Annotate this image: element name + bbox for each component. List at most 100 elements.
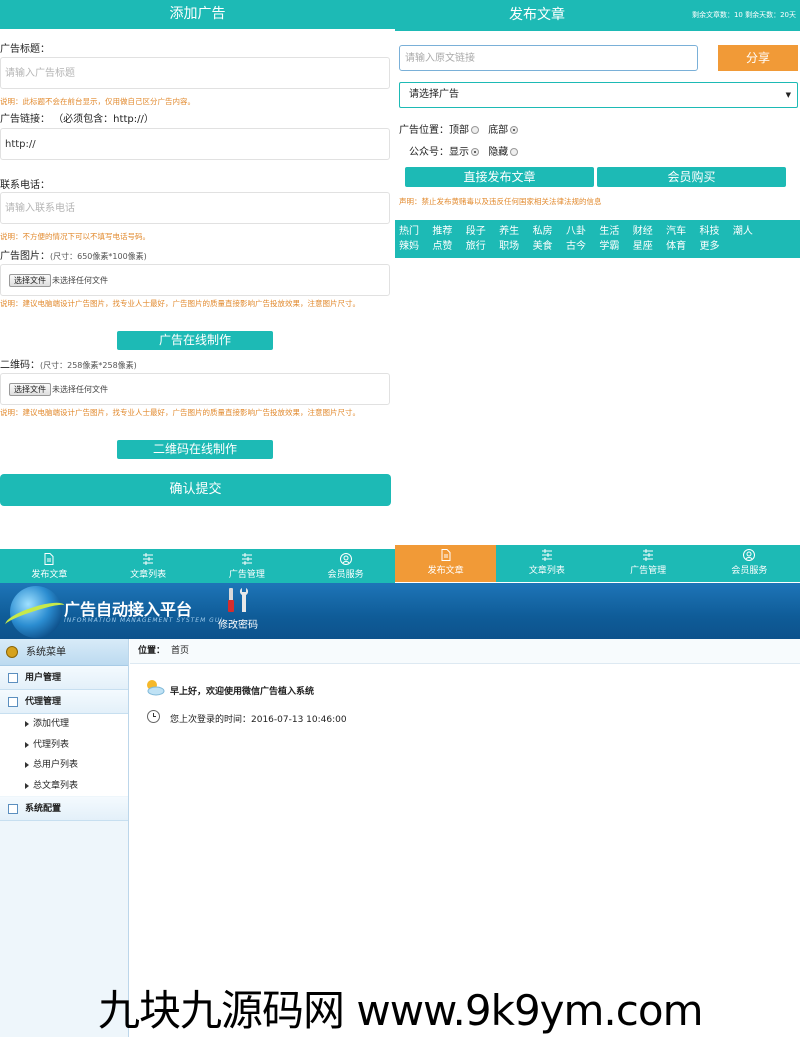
- ad-image-label-text: 广告图片：: [0, 251, 50, 262]
- tab-article-list[interactable]: 文章列表: [99, 549, 198, 583]
- document-icon: [44, 553, 54, 565]
- confirm-submit-button[interactable]: 确认提交: [0, 474, 391, 506]
- category-item[interactable]: 推荐: [432, 224, 465, 239]
- category-item[interactable]: 辣妈: [399, 239, 432, 254]
- member-buy-button[interactable]: 会员购买: [597, 167, 786, 187]
- tab-label: 会员服务: [731, 566, 768, 576]
- tab-label: 文章列表: [130, 570, 167, 580]
- tab-publish-article[interactable]: 发布文章: [395, 545, 497, 582]
- category-item[interactable]: 养生: [499, 224, 532, 239]
- ad-select[interactable]: 请选择广告 ▼: [399, 82, 798, 108]
- make-ad-online-button[interactable]: 广告在线制作: [117, 331, 273, 350]
- document-icon: [8, 673, 18, 683]
- tab-publish-article[interactable]: 发布文章: [0, 549, 99, 583]
- system-menu-header[interactable]: 系统菜单: [0, 639, 128, 666]
- ad-link-input[interactable]: [0, 128, 390, 160]
- change-password-link[interactable]: 修改密码: [218, 616, 258, 631]
- sidebar-item-agent-management[interactable]: 代理管理: [0, 690, 128, 714]
- sidebar-item-user-management[interactable]: 用户管理: [0, 666, 128, 690]
- phone-label: 联系电话：: [0, 180, 50, 191]
- ad-link-label: 广告链接： （必须包含：http://）: [0, 110, 154, 125]
- category-item[interactable]: 更多: [700, 239, 733, 254]
- qr-size: (尺寸：258像素*258像素): [40, 361, 137, 370]
- gear-icon: [6, 646, 18, 658]
- phone-input[interactable]: [0, 192, 390, 224]
- right-tab-bar: 发布文章 文章列表 广告管理 会员服务: [395, 545, 800, 582]
- publish-title: 发布文章: [509, 7, 565, 23]
- category-item[interactable]: 段子: [466, 224, 499, 239]
- account-row: 公众号：显示 隐藏: [409, 143, 524, 158]
- category-item[interactable]: 学霸: [599, 239, 632, 254]
- sidebar-item-label: 代理管理: [25, 697, 62, 707]
- category-item[interactable]: 潮人: [733, 224, 766, 239]
- qr-choose-file-button[interactable]: 选择文件: [9, 383, 51, 396]
- category-item[interactable]: 私房: [533, 224, 566, 239]
- sidebar-item-system-config[interactable]: 系统配置: [0, 797, 128, 821]
- category-item[interactable]: 八卦: [566, 224, 599, 239]
- account-show-label: 显示: [449, 147, 469, 158]
- category-item[interactable]: 热门: [399, 224, 432, 239]
- share-button[interactable]: 分享: [718, 45, 798, 71]
- sidebar-subitem-all-users[interactable]: 总用户列表: [0, 755, 128, 776]
- qr-label: 二维码：(尺寸：258像素*258像素): [0, 356, 137, 371]
- ad-title-label: 广告标题：: [0, 44, 50, 55]
- tab-ad-management[interactable]: 广告管理: [598, 545, 699, 582]
- list-icon: [143, 553, 154, 565]
- tab-label: 广告管理: [630, 566, 667, 576]
- category-item[interactable]: 旅行: [466, 239, 499, 254]
- account-hide-radio[interactable]: [510, 148, 519, 156]
- document-icon: [8, 804, 18, 814]
- tab-ad-management[interactable]: 广告管理: [198, 549, 297, 583]
- qr-file-status: 未选择任何文件: [52, 385, 108, 394]
- system-subtitle: INFORMATION MANAGEMENT SYSTEM GUI: [64, 617, 223, 624]
- ad-position-row: 广告位置：顶部 底部: [399, 121, 524, 136]
- ad-title-input[interactable]: [0, 57, 390, 89]
- ad-image-label: 广告图片：(尺寸：650像素*100像素): [0, 247, 147, 262]
- quota-info: 剩余文章数：10 剩余天数：20天: [691, 11, 796, 19]
- position-top-radio[interactable]: [471, 126, 479, 134]
- sidebar-item-label: 系统配置: [25, 804, 62, 814]
- ad-image-choose-file-button[interactable]: 选择文件: [9, 274, 51, 287]
- site-watermark: 九块九源码网 www.9k9ym.com: [98, 986, 703, 1035]
- category-item[interactable]: 星座: [633, 239, 666, 254]
- sidebar-subitem-add-agent[interactable]: 添加代理: [0, 714, 128, 735]
- list-icon: [241, 553, 252, 565]
- tab-label: 广告管理: [228, 570, 265, 580]
- breadcrumb: 位置： 首页: [130, 639, 800, 664]
- tab-member-service[interactable]: 会员服务: [296, 549, 395, 583]
- category-item[interactable]: 汽车: [666, 224, 699, 239]
- sidebar-subitem-all-articles[interactable]: 总文章列表: [0, 775, 128, 796]
- document-icon: [8, 697, 18, 707]
- tools-icon: [228, 588, 249, 612]
- ad-link-hint: （必须包含：http://）: [53, 114, 154, 125]
- add-ad-panel: 添加广告 广告标题： 说明：此标题不会在前台显示，仅用做自己区分广告内容。 广告…: [0, 0, 395, 583]
- category-item[interactable]: 体育: [666, 239, 699, 254]
- sun-cloud-icon: [147, 680, 165, 696]
- account-show-radio[interactable]: [471, 148, 479, 156]
- make-qr-online-button[interactable]: 二维码在线制作: [117, 440, 273, 459]
- ad-image-note: 说明：建议电脑端设计广告图片，找专业人士最好，广告图片的质量直接影响广告投放效果…: [0, 299, 360, 308]
- category-item[interactable]: 点赞: [432, 239, 465, 254]
- category-item[interactable]: 古今: [566, 239, 599, 254]
- tab-member-service[interactable]: 会员服务: [699, 545, 800, 582]
- category-item[interactable]: 美食: [533, 239, 566, 254]
- tab-article-list[interactable]: 文章列表: [496, 545, 597, 582]
- publish-header: 发布文章 剩余文章数：10 剩余天数：20天: [395, 0, 800, 31]
- direct-publish-button[interactable]: 直接发布文章: [405, 167, 594, 187]
- sidebar-subitem-agent-list[interactable]: 代理列表: [0, 734, 128, 755]
- article-link-input[interactable]: [399, 45, 698, 71]
- position-bottom-label: 底部: [488, 125, 509, 136]
- position-bottom-radio[interactable]: [510, 126, 519, 134]
- system-menu-title: 系统菜单: [26, 647, 66, 658]
- list-icon: [541, 549, 552, 561]
- category-item[interactable]: 职场: [499, 239, 532, 254]
- category-item[interactable]: 科技: [700, 224, 733, 239]
- breadcrumb-label: 位置：: [138, 646, 166, 656]
- user-icon: [339, 553, 352, 565]
- category-item[interactable]: 生活: [599, 224, 632, 239]
- add-ad-header: 添加广告: [0, 0, 395, 29]
- breadcrumb-home[interactable]: 首页: [171, 646, 189, 656]
- clock-icon: [147, 710, 160, 723]
- category-item[interactable]: 财经: [633, 224, 666, 239]
- qr-label-text: 二维码：: [0, 360, 40, 371]
